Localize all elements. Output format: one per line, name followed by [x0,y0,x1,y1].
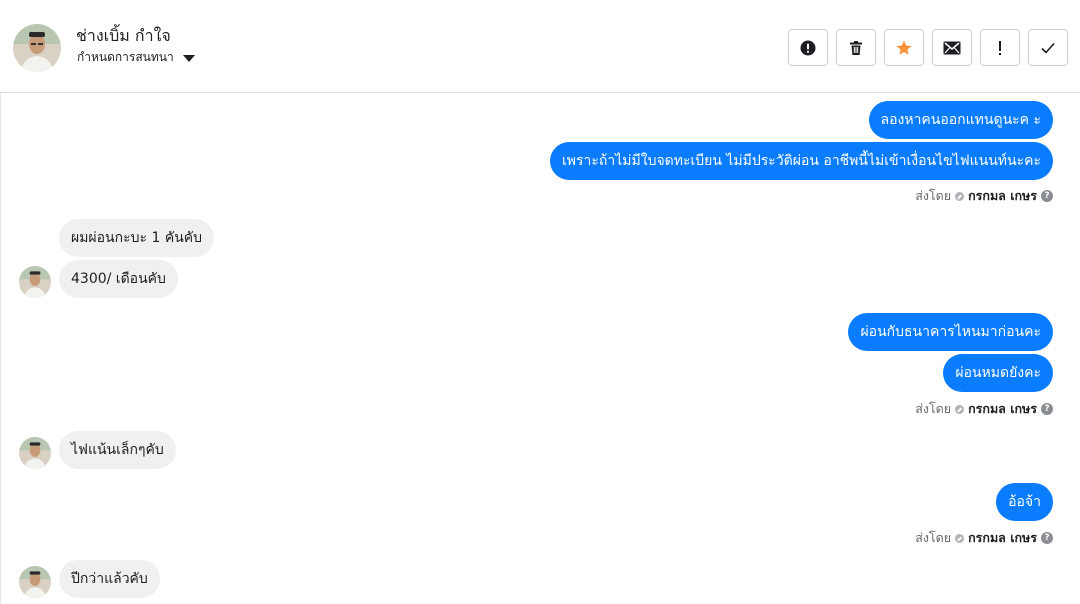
sent-by-info: ส่งโดย กรกมล เกษร ? [915,528,1053,548]
star-icon [896,40,912,55]
conversation-toolbar [788,29,1068,66]
outgoing-message[interactable]: เพราะถ้าไม่มีใบจดทะเบียน ไม่มีประวัติผ่อ… [549,142,1053,180]
assign-label: กำหนดการสนทนา [77,50,174,64]
exclamation-icon [999,40,1001,55]
seen-check-icon [955,533,965,543]
trash-icon [850,40,862,55]
help-icon[interactable]: ? [1041,190,1053,202]
contact-avatar-small[interactable] [19,566,51,598]
outgoing-message[interactable]: ลองหาคนออกแทนดูนะค ะ [868,101,1053,139]
message-thread[interactable]: ลองหาคนออกแทนดูนะค ะ เพราะถ้าไม่มีใบจดทะ… [0,93,1080,604]
sent-by-prefix: ส่งโดย [915,401,952,416]
outgoing-message[interactable]: ผ่อนกับธนาคารไหนมาก่อนคะ [848,313,1053,351]
sent-by-info: ส่งโดย กรกมล เกษร ? [915,399,1053,419]
outgoing-message[interactable]: ผ่อนหมดยังคะ [943,354,1053,392]
delete-button[interactable] [836,29,876,66]
follow-up-button[interactable] [980,29,1020,66]
conversation-header: ช่างเบิ้ม กำใจ กำหนดการสนทนา [0,0,1080,93]
star-button[interactable] [884,29,924,66]
incoming-message[interactable]: ผมผ่อนกะบะ 1 คันคับ [59,219,215,257]
incoming-message[interactable]: ไฟแน้นเล็กๆคับ [59,431,176,469]
contact-avatar[interactable] [13,24,61,72]
check-icon [1041,42,1055,54]
mark-spam-button[interactable] [788,29,828,66]
sent-by-prefix: ส่งโดย [915,530,952,545]
caret-down-icon [182,55,195,62]
assign-conversation-dropdown[interactable]: กำหนดการสนทนา [77,48,195,67]
help-icon[interactable]: ? [1041,403,1053,415]
seen-check-icon [955,191,965,201]
help-icon[interactable]: ? [1041,532,1053,544]
sent-by-prefix: ส่งโดย [915,188,952,203]
alert-icon [800,40,816,55]
incoming-message[interactable]: ปีกว่าแล้วคับ [59,560,160,598]
sent-by-info: ส่งโดย กรกมล เกษร ? [915,186,1053,206]
envelope-icon [943,41,961,54]
outgoing-message[interactable]: อ้อจ้า [996,483,1053,521]
contact-name: ช่างเบิ้ม กำใจ [76,26,171,45]
mark-unread-button[interactable] [932,29,972,66]
sender-name: กรกมล เกษร [968,401,1037,416]
mark-done-button[interactable] [1028,29,1068,66]
sender-name: กรกมล เกษร [968,530,1037,545]
contact-avatar-small[interactable] [19,437,51,469]
seen-check-icon [955,404,965,414]
incoming-message[interactable]: 4300/ เดือนคับ [59,260,178,298]
contact-avatar-small[interactable] [19,266,51,298]
sender-name: กรกมล เกษร [968,188,1037,203]
